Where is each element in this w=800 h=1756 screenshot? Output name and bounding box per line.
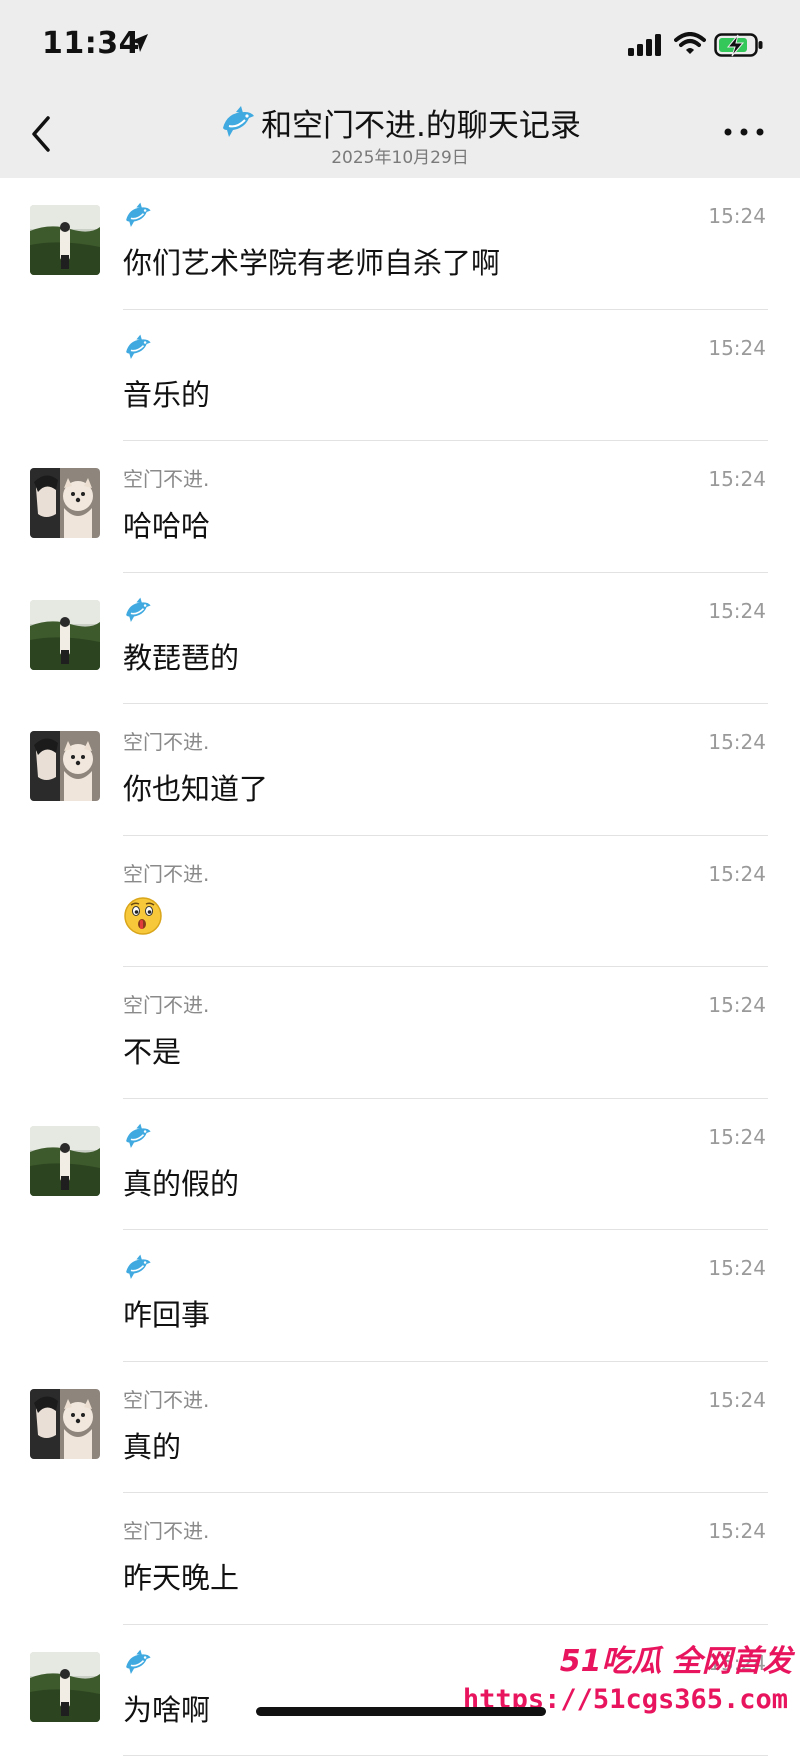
message-text: 真的假的 (123, 1161, 239, 1203)
landscape-avatar[interactable] (30, 1652, 100, 1722)
sender-name: 空门不进. (123, 991, 209, 1019)
message-text: 不是 (123, 1029, 181, 1071)
chat-message[interactable]: 空门不进. 15:24 哈哈哈 (123, 441, 768, 573)
landscape-avatar[interactable] (30, 205, 100, 275)
dolphin-icon (123, 1263, 153, 1287)
chat-message[interactable]: 空门不进. 15:24 你也知道了 (123, 704, 768, 836)
message-text: 教琵琶的 (123, 635, 239, 677)
sender-name-text: 空门不进. (123, 862, 209, 886)
sender-name: 空门不进. (123, 1386, 209, 1414)
chat-message[interactable]: 空门不进. 15:24 不是 (123, 967, 768, 1099)
chat-message[interactable]: 空门不进. 15:24 真的 (123, 1362, 768, 1494)
watermark-line1: 51吃瓜 全网首发 (560, 1636, 792, 1680)
sender-name-text: 空门不进. (123, 730, 209, 754)
sender-name (123, 1649, 153, 1677)
message-time: 15:24 (708, 204, 766, 228)
chat-date: 2025年10月29日 (0, 143, 800, 168)
message-time: 15:24 (708, 1256, 766, 1280)
message-time: 15:24 (708, 336, 766, 360)
chat-message[interactable]: 15:24 你们艺术学院有老师自杀了啊 (123, 178, 768, 310)
cellular-signal-icon (628, 34, 666, 60)
status-time: 11:34 (42, 26, 140, 61)
chat-header: 11:34 (0, 0, 800, 178)
dog-avatar[interactable] (30, 731, 100, 801)
message-text: 哈哈哈 (123, 503, 210, 545)
home-indicator (256, 1707, 546, 1716)
location-arrow-icon (128, 32, 150, 58)
message-time: 15:24 (708, 730, 766, 754)
message-text: 你也知道了 (123, 766, 268, 808)
chat-title-text: 和空门不进.的聊天记录 (261, 100, 581, 145)
sender-name: 空门不进. (123, 728, 209, 756)
dolphin-icon (123, 1658, 153, 1682)
wifi-icon (674, 32, 706, 60)
dog-avatar[interactable] (30, 468, 100, 538)
chat-message[interactable]: 15:24 音乐的 (123, 310, 768, 442)
message-time: 15:24 (708, 599, 766, 623)
message-text: 真的 (123, 1424, 181, 1466)
dolphin-icon (123, 606, 153, 630)
chat-message[interactable]: 15:24 教琵琶的 (123, 573, 768, 705)
message-time: 15:24 (708, 1519, 766, 1543)
more-dots-icon (722, 120, 766, 144)
sender-name: 空门不进. (123, 860, 209, 888)
sender-name (123, 334, 153, 362)
message-text: 音乐的 (123, 372, 210, 414)
sender-name-text: 空门不进. (123, 467, 209, 491)
surprised-face-emoji (123, 896, 163, 940)
message-time: 15:24 (708, 1388, 766, 1412)
sender-name-text: 空门不进. (123, 993, 209, 1017)
sender-name (123, 1123, 153, 1151)
landscape-avatar[interactable] (30, 1126, 100, 1196)
dolphin-icon (123, 343, 153, 367)
dolphin-icon (219, 106, 257, 140)
message-text: 昨天晚上 (123, 1555, 239, 1597)
dog-avatar[interactable] (30, 1389, 100, 1459)
sender-name-text: 空门不进. (123, 1519, 209, 1543)
more-options-button[interactable] (722, 120, 766, 144)
message-time: 15:24 (708, 467, 766, 491)
message-text: 为啥啊 (123, 1687, 210, 1729)
message-text: 咋回事 (123, 1292, 210, 1334)
sender-name (123, 1254, 153, 1282)
sender-name (123, 597, 153, 625)
sender-name: 空门不进. (123, 1517, 209, 1545)
sender-name-text: 空门不进. (123, 1388, 209, 1412)
dolphin-icon (123, 211, 153, 235)
chat-title: 和空门不进.的聊天记录 (219, 100, 581, 145)
watermark: 51吃瓜 全网首发 https://51cgs365.com (498, 1636, 798, 1731)
chat-message[interactable]: 15:24 真的假的 (123, 1099, 768, 1231)
dolphin-icon (123, 1132, 153, 1156)
chat-message[interactable]: 15:24 咋回事 (123, 1230, 768, 1362)
message-time: 15:24 (708, 1125, 766, 1149)
chat-message[interactable]: 空门不进. 15:24 (123, 836, 768, 968)
chat-message[interactable]: 空门不进. 15:24 昨天晚上 (123, 1493, 768, 1625)
message-text: 你们艺术学院有老师自杀了啊 (123, 240, 500, 282)
message-time: 15:24 (708, 993, 766, 1017)
landscape-avatar[interactable] (30, 600, 100, 670)
battery-charging-icon (714, 32, 764, 62)
sender-name: 空门不进. (123, 465, 209, 493)
sender-name (123, 202, 153, 230)
message-time: 15:24 (708, 862, 766, 886)
message-list[interactable]: 15:24 你们艺术学院有老师自杀了啊 15:24 音乐的空门不进. 15:24 哈哈哈 1… (0, 178, 800, 1756)
